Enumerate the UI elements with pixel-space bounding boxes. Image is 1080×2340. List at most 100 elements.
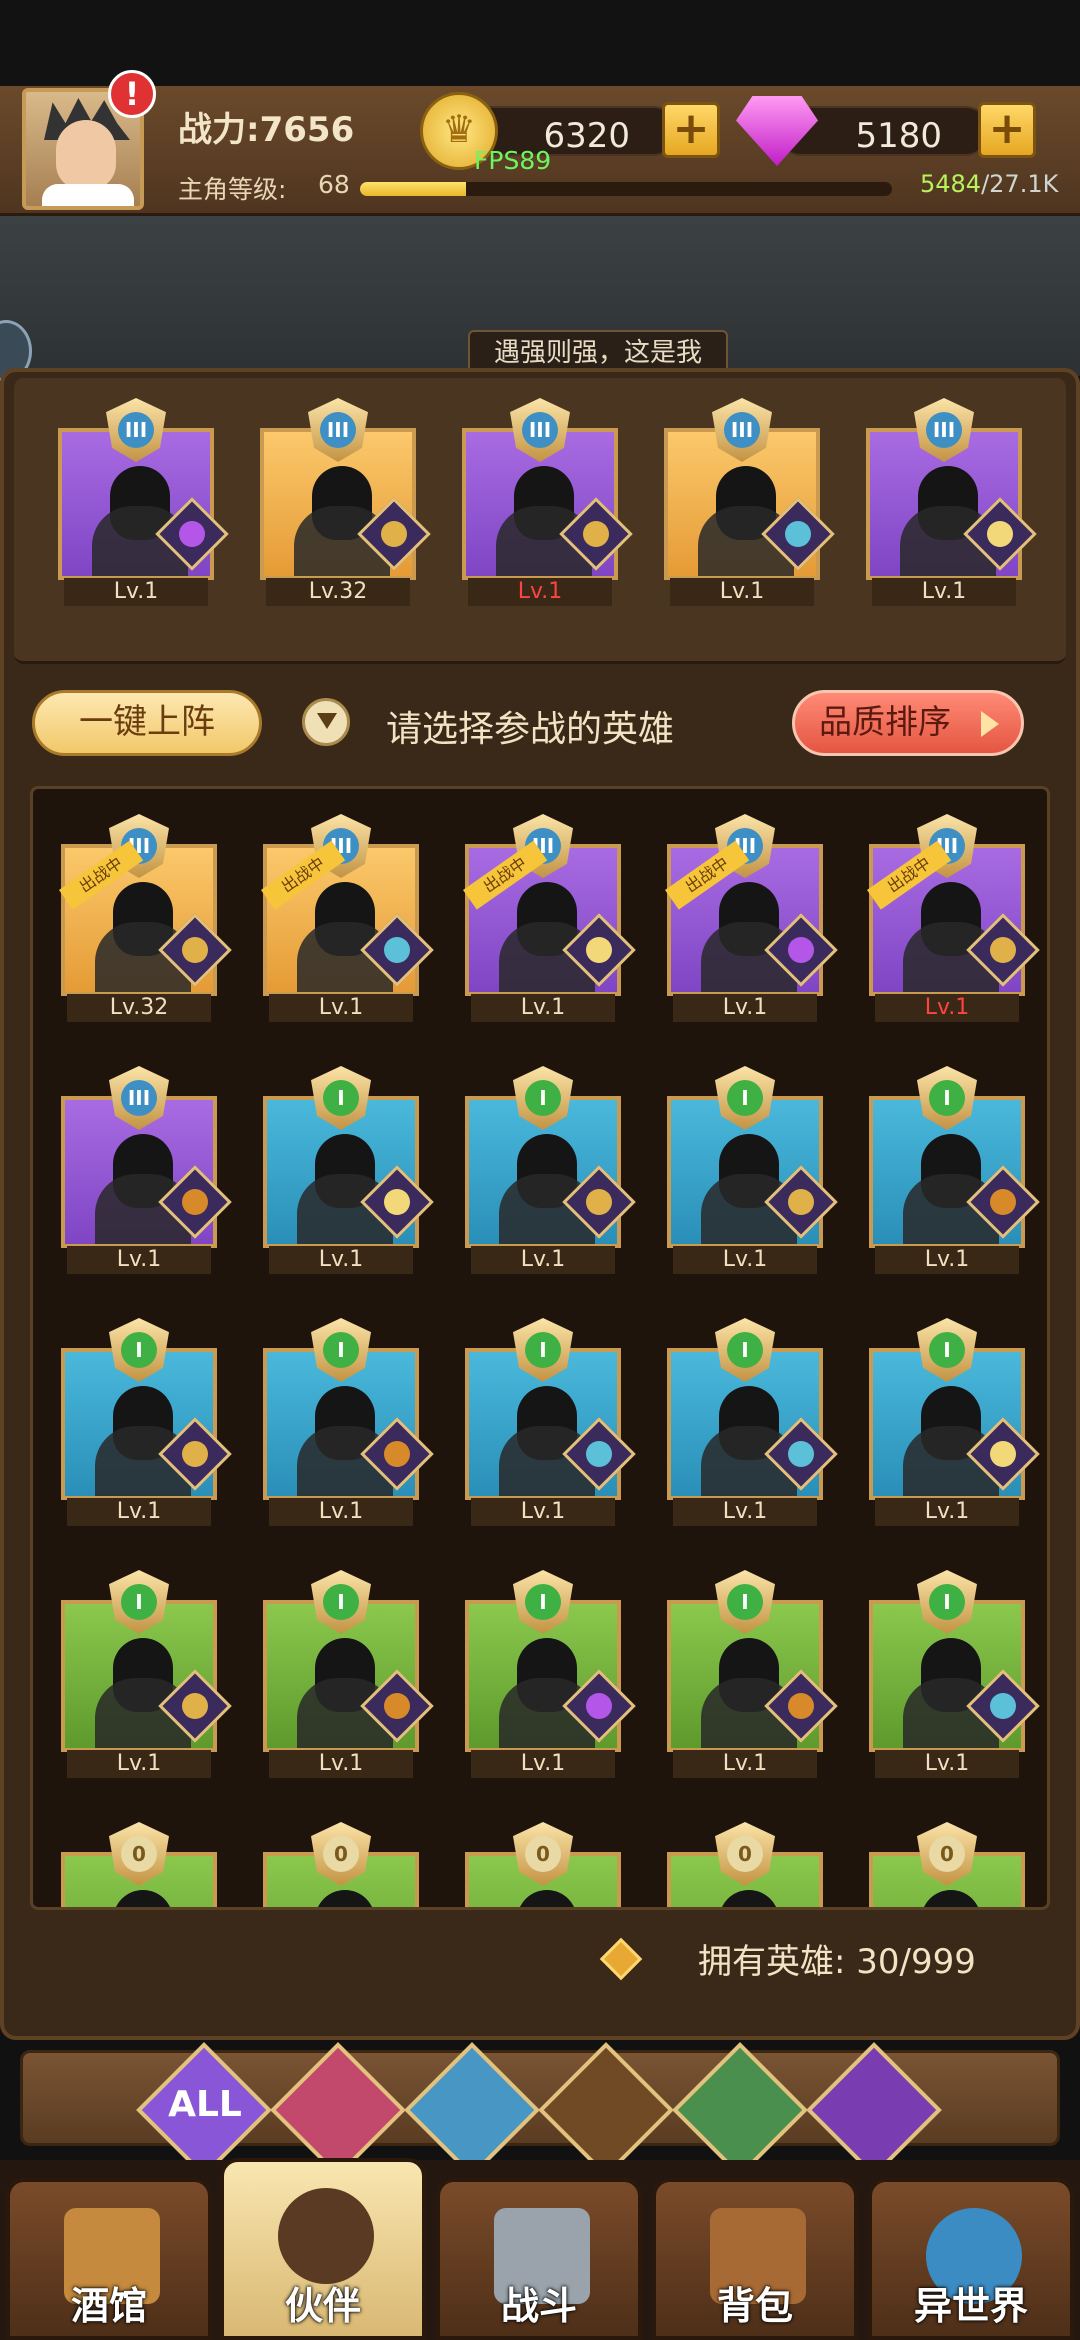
hero-card[interactable]: I Lv.1 [263, 1288, 434, 1526]
avatar-face [56, 120, 116, 190]
hero-level: Lv.1 [673, 1498, 817, 1526]
hero-card[interactable]: III Lv.1 [462, 368, 633, 606]
gem-value: 5180 [855, 116, 942, 156]
hero-level: Lv.1 [670, 578, 814, 606]
hero-card[interactable]: I Lv.1 [263, 1540, 434, 1778]
sort-label: 品质排序 [819, 702, 951, 741]
hero-level: Lv.1 [875, 1246, 1019, 1274]
hero-level: Lv.1 [269, 1498, 413, 1526]
hero-card[interactable]: I Lv.1 [465, 1288, 636, 1526]
tier-label: 0 [525, 1836, 561, 1872]
nav-other-world-label: 异世界 [913, 2284, 1028, 2328]
hero-level: Lv.1 [471, 1498, 615, 1526]
combat-power: 战力:7656 [178, 110, 355, 150]
hero-level: Lv.1 [269, 1246, 413, 1274]
tier-label: I [727, 1080, 763, 1116]
fps-counter: FPS89 [474, 146, 552, 175]
hero-level: Lv.32 [266, 578, 410, 606]
tier-label: III [926, 412, 962, 448]
level-label: 主角等级: [178, 175, 287, 204]
tier-label: III [522, 412, 558, 448]
play-arrow-icon [981, 711, 999, 737]
hero-card[interactable]: I Lv.1 [61, 1288, 232, 1526]
hero-card[interactable]: I Lv.1 [667, 1036, 838, 1274]
tier-label: I [525, 1332, 561, 1368]
hero-level: Lv.1 [875, 1498, 1019, 1526]
hero-card[interactable]: III Lv.32 出战中 [59, 789, 232, 1022]
hero-level: Lv.1 [673, 1750, 817, 1778]
xp-bar-fill [360, 182, 467, 196]
hero-card[interactable]: 0 [667, 1792, 823, 1907]
xp-text: 5484/27.1K [920, 170, 1058, 198]
hero-card[interactable]: I Lv.1 [465, 1036, 636, 1274]
nav-bag[interactable]: 背包 [652, 2178, 858, 2340]
tier-label: 0 [121, 1836, 157, 1872]
hero-card[interactable]: I Lv.1 [869, 1036, 1040, 1274]
hero-grid: III Lv.32 出战中 III Lv.1 出战中 III Lv.1 出战中 III Lv.1 出战… [30, 786, 1050, 1910]
hero-level: Lv.1 [471, 1750, 615, 1778]
owned-heroes-count: 拥有英雄: 30/999 [698, 1942, 976, 1982]
xp-bar [360, 182, 892, 196]
hero-level: Lv.1 [471, 994, 615, 1022]
hero-level: Lv.1 [468, 578, 612, 606]
xp-current: 5484 [920, 170, 982, 198]
hero-card[interactable]: III Lv.32 [260, 368, 431, 606]
tier-label: I [929, 1080, 965, 1116]
hero-card[interactable]: III Lv.1 出战中 [867, 789, 1040, 1022]
hero-level: Lv.1 [875, 1750, 1019, 1778]
hero-card[interactable]: III Lv.1 出战中 [261, 789, 434, 1022]
hero-card[interactable]: 0 [465, 1792, 621, 1907]
add-gem-button[interactable]: + [978, 102, 1036, 158]
choose-hero-hint: 请选择参战的英雄 [386, 709, 675, 750]
hero-card[interactable]: I Lv.1 [869, 1540, 1040, 1778]
hero-level: Lv.1 [673, 994, 817, 1022]
hero-head [315, 1890, 375, 1907]
hero-card[interactable]: III Lv.1 [58, 368, 229, 606]
tier-label: I [525, 1080, 561, 1116]
tier-label: III [118, 412, 154, 448]
hero-level: Lv.1 [67, 1498, 211, 1526]
hero-card[interactable]: I Lv.1 [667, 1288, 838, 1526]
nav-battle-label: 战斗 [500, 2284, 577, 2328]
hero-head [113, 1890, 173, 1907]
nav-tavern[interactable]: 酒馆 [6, 2178, 212, 2340]
nav-partner-label: 伙伴 [284, 2284, 361, 2328]
hero-card[interactable]: III Lv.1 [61, 1036, 232, 1274]
hero-card[interactable]: I Lv.1 [61, 1540, 232, 1778]
tier-label: I [929, 1584, 965, 1620]
add-gold-button[interactable]: + [662, 102, 720, 158]
level-value: 68 [318, 170, 350, 199]
hero-card[interactable]: 0 [61, 1792, 217, 1907]
hero-level: Lv.32 [67, 994, 211, 1022]
nav-battle[interactable]: 战斗 [436, 2178, 642, 2340]
hero-card[interactable]: III Lv.1 [866, 368, 1037, 606]
hero-card[interactable]: I Lv.1 [869, 1288, 1040, 1526]
one-click-deploy-button[interactable]: 一键上阵 [32, 690, 262, 756]
tier-label: I [121, 1584, 157, 1620]
tier-label: III [724, 412, 760, 448]
hero-card[interactable]: I Lv.1 [263, 1036, 434, 1274]
partner-face-icon [278, 2188, 374, 2284]
hero-level: Lv.1 [673, 1246, 817, 1274]
hero-head [921, 1890, 981, 1907]
tier-label: III [121, 1080, 157, 1116]
hero-level: Lv.1 [269, 994, 413, 1022]
avatar-body [42, 184, 134, 206]
hero-card[interactable]: 0 [263, 1792, 419, 1907]
status-bar-area [0, 0, 1080, 90]
hero-head [517, 1890, 577, 1907]
nav-other-world[interactable]: 异世界 [868, 2178, 1074, 2340]
hero-card[interactable]: I Lv.1 [465, 1540, 636, 1778]
tier-label: I [323, 1332, 359, 1368]
hero-card[interactable]: III Lv.1 [664, 368, 835, 606]
nav-bag-label: 背包 [716, 2284, 793, 2328]
hero-card[interactable]: I Lv.1 [667, 1540, 838, 1778]
hero-card[interactable]: 0 [869, 1792, 1025, 1907]
hero-card[interactable]: III Lv.1 出战中 [463, 789, 636, 1022]
tier-label: I [929, 1332, 965, 1368]
quality-sort-button[interactable]: 品质排序 [792, 690, 1024, 756]
nav-partner[interactable]: 伙伴 [220, 2158, 426, 2340]
gold-value: 6320 [543, 116, 630, 156]
hero-card[interactable]: III Lv.1 出战中 [665, 789, 838, 1022]
hero-level: Lv.1 [67, 1246, 211, 1274]
